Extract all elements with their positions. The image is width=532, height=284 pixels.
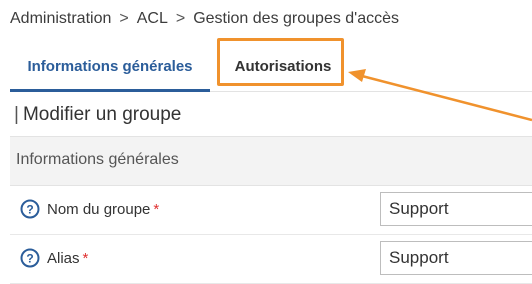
page-title: | Modifier un groupe bbox=[14, 104, 181, 126]
form-row-alias: ? Alias * bbox=[10, 235, 532, 284]
help-circle-icon[interactable]: ? bbox=[20, 199, 40, 219]
breadcrumb-item-acl[interactable]: ACL bbox=[137, 10, 168, 27]
svg-text:?: ? bbox=[26, 252, 33, 266]
page-title-text: Modifier un groupe bbox=[22, 104, 182, 125]
tab-autorisations[interactable]: Autorisations bbox=[220, 36, 346, 91]
field-label: Nom du groupe * bbox=[47, 201, 159, 218]
breadcrumb-separator: > bbox=[119, 10, 129, 27]
tab-label: Autorisations bbox=[234, 58, 332, 75]
tab-informations-generales[interactable]: Informations générales bbox=[10, 36, 210, 92]
field-label-text: Alias bbox=[47, 250, 80, 267]
field-label-text: Nom du groupe bbox=[47, 201, 151, 218]
required-mark: * bbox=[82, 250, 89, 267]
tab-bar: Informations générales Autorisations bbox=[10, 36, 532, 92]
breadcrumb-item-administration[interactable]: Administration bbox=[10, 10, 111, 27]
alias-input[interactable] bbox=[380, 241, 532, 275]
section-header-label: Informations générales bbox=[16, 151, 179, 168]
help-circle-icon[interactable]: ? bbox=[20, 248, 40, 268]
section-header: Informations générales bbox=[10, 136, 532, 186]
active-tab-indicator bbox=[10, 89, 210, 92]
field-label: Alias * bbox=[47, 250, 88, 267]
svg-text:?: ? bbox=[26, 203, 33, 217]
title-marker: | bbox=[14, 104, 19, 125]
breadcrumb-item-current: Gestion des groupes d'accès bbox=[193, 10, 400, 27]
breadcrumb: Administration > ACL > Gestion des groupes d… bbox=[10, 10, 399, 28]
breadcrumb-separator: > bbox=[175, 10, 186, 27]
required-mark: * bbox=[153, 201, 160, 218]
group-name-input[interactable] bbox=[380, 192, 532, 226]
form-row-nom-du-groupe: ? Nom du groupe * bbox=[10, 186, 532, 235]
tab-label: Informations générales bbox=[27, 58, 193, 75]
